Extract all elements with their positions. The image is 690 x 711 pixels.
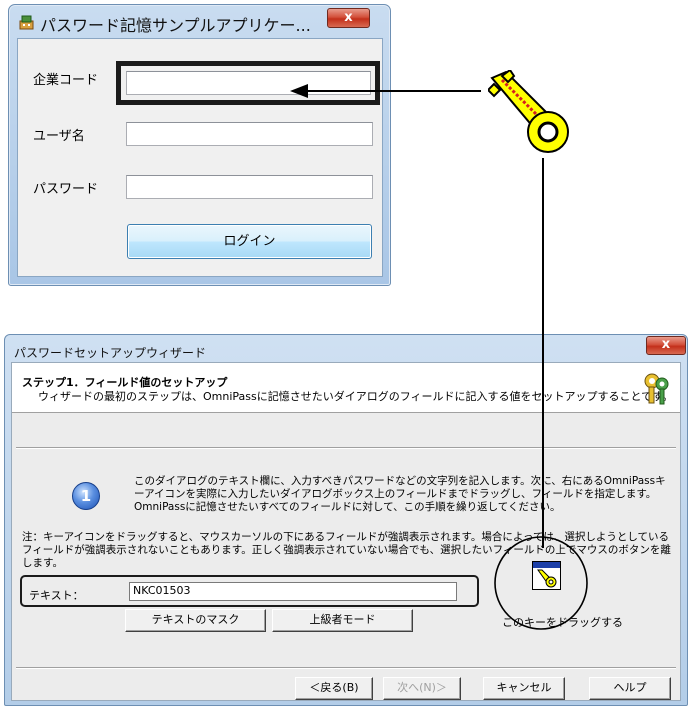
advanced-mode-button[interactable]: 上級者モード: [272, 609, 413, 632]
login-form: 企業コード ユーザ名 パスワード ログイン: [17, 38, 383, 277]
password-input[interactable]: [126, 175, 373, 199]
back-button[interactable]: ＜戻る(B): [295, 677, 373, 700]
wizard-close-button[interactable]: x: [646, 336, 686, 355]
separator: [16, 667, 676, 669]
wizard-header: ステップ1．フィールド値のセットアップ ウィザードの最初のステップは、OmniP…: [12, 363, 680, 413]
company-code-input[interactable]: [126, 71, 371, 95]
cancel-button[interactable]: キャンセル: [483, 677, 565, 700]
text-label: テキスト：: [29, 589, 84, 602]
login-button[interactable]: ログイン: [127, 224, 372, 259]
drag-key-icon[interactable]: [532, 561, 561, 590]
text-value-input[interactable]: NKC01503: [129, 582, 457, 601]
company-code-label: 企業コード: [33, 73, 99, 88]
username-input[interactable]: [126, 122, 373, 146]
separator: [16, 447, 676, 449]
next-button[interactable]: 次へ(N)＞: [383, 677, 461, 700]
note-text: 注：キーアイコンをドラッグすると、マウスカーソルの下にあるフィールドが強調表示さ…: [22, 531, 671, 569]
wizard-window: パスワードセットアップウィザード x ステップ1．フィールド値のセットアップ ウ…: [4, 334, 688, 706]
help-button[interactable]: ヘルプ: [589, 677, 671, 700]
mask-text-button[interactable]: テキストのマスク: [125, 609, 266, 632]
login-titlebar[interactable]: パスワード記憶サンプルアプリケー... x: [9, 5, 390, 37]
drag-key-label: このキーをドラッグする: [502, 616, 623, 629]
login-window-title: パスワード記憶サンプルアプリケー...: [40, 16, 311, 35]
omnipass-key-icon: [488, 70, 569, 153]
app-icon: [19, 15, 34, 30]
password-label: パスワード: [33, 182, 99, 197]
wizard-window-title: パスワードセットアップウィザード: [14, 346, 207, 360]
login-close-button[interactable]: x: [327, 8, 370, 28]
username-label: ユーザ名: [33, 129, 85, 144]
info-icon: 1: [72, 482, 100, 510]
login-window: パスワード記憶サンプルアプリケー... x 企業コード ユーザ名 パスワード ロ…: [8, 4, 391, 286]
wizard-body: ステップ1．フィールド値のセットアップ ウィザードの最初のステップは、OmniP…: [11, 362, 681, 701]
step-description: ウィザードの最初のステップは、OmniPassに記憶させたいダイアログのフィール…: [38, 390, 674, 403]
keys-icon: [644, 373, 669, 405]
info-text: このダイアログのテキスト欄に、入力すべきパスワードなどの文字列を記入します。次に…: [134, 475, 666, 513]
